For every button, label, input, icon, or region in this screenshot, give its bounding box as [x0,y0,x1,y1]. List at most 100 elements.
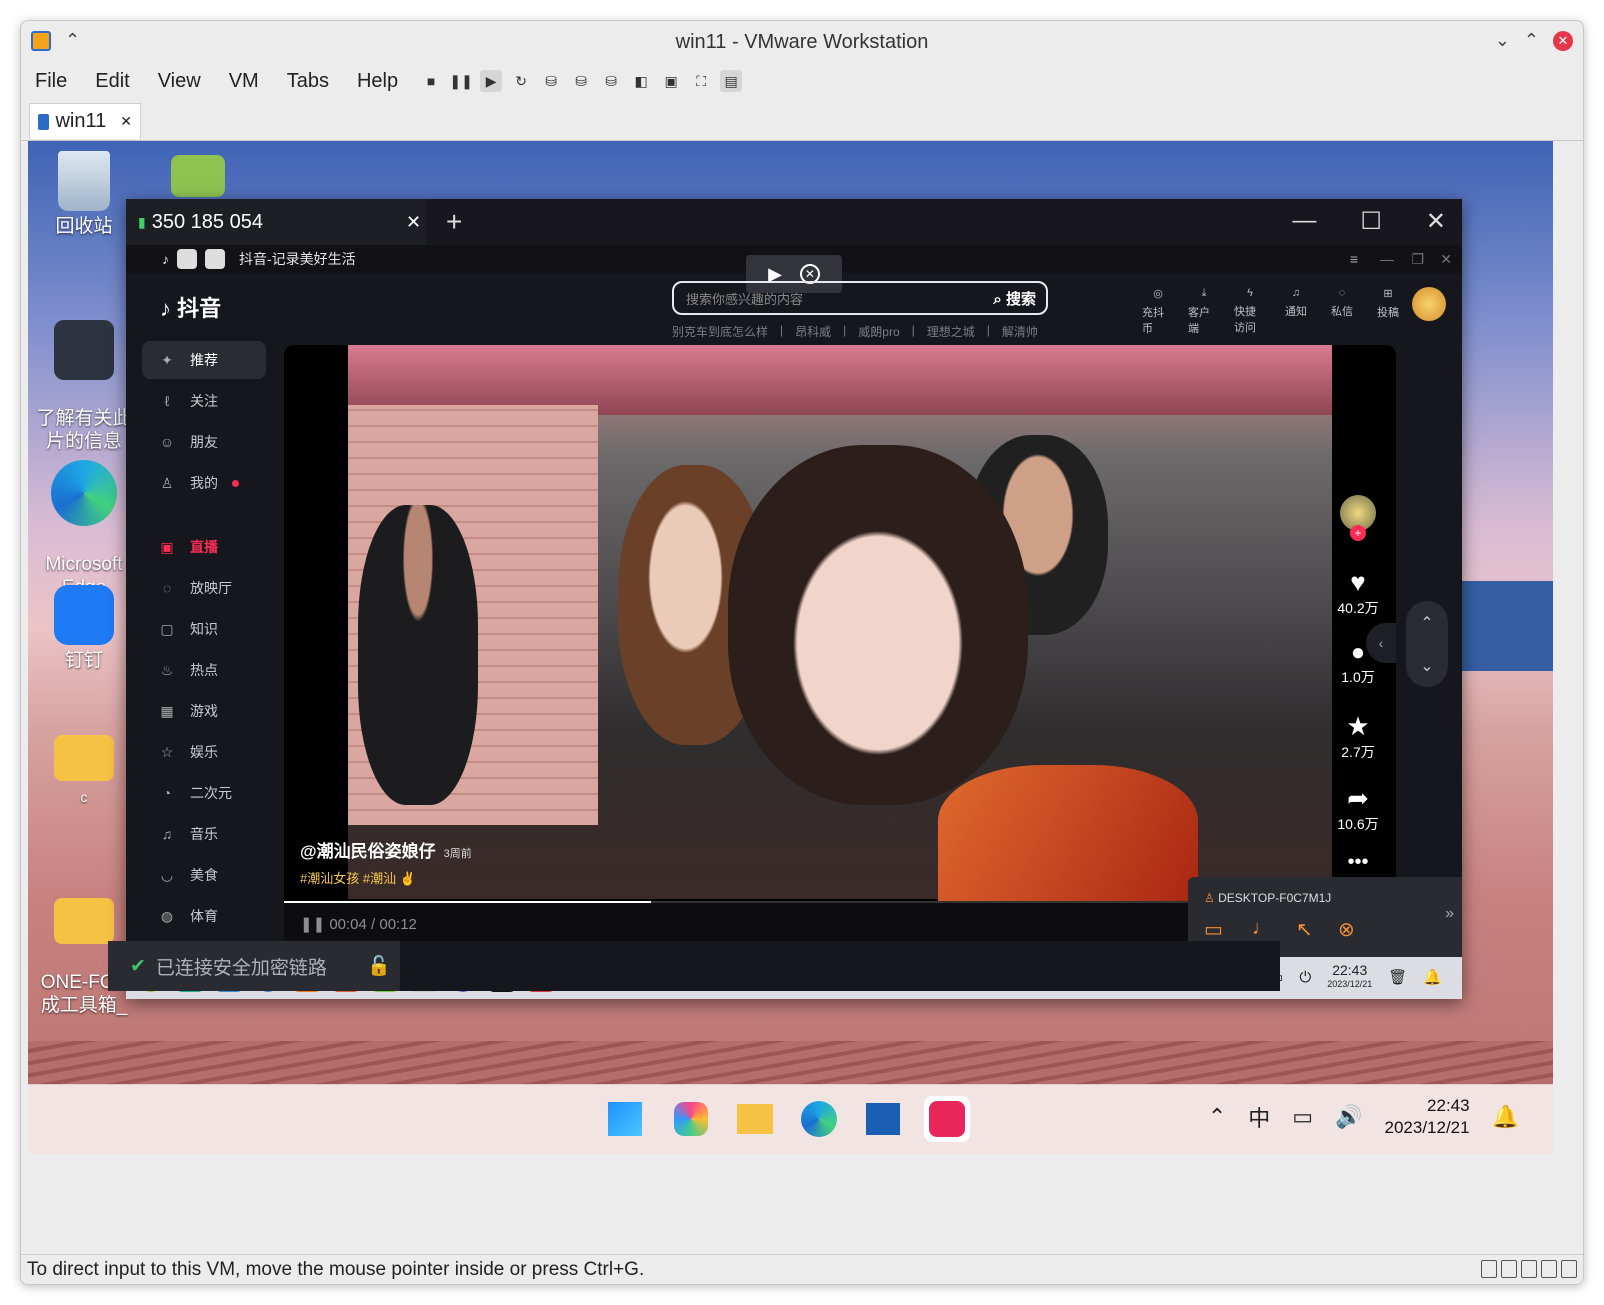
microsoft-store-icon[interactable] [860,1096,906,1142]
vm-display[interactable]: 回收站 了解有关此 片的信息 Microsoft Edge 钉钉 c ONE-F… [28,141,1553,1154]
hot-item[interactable]: 理想之城 [927,323,975,340]
favorite-button[interactable]: ★ 2.7万 [1330,711,1386,762]
menu-tabs[interactable]: Tabs [287,70,329,93]
like-button[interactable]: ♥ 40.2万 [1330,567,1386,618]
sidebar-item-1[interactable]: ℓ 关注 [142,382,266,420]
notification-button[interactable]: ♫ 通知 [1280,287,1312,336]
sidebar-toggle-icon[interactable]: ◧ [630,70,652,92]
desktop-icon-dingtalk[interactable]: 钉钉 [34,585,134,672]
user-avatar[interactable] [1412,287,1446,321]
snapshot-revert-icon[interactable]: ⛁ [570,70,592,92]
console-icon[interactable]: ▤ [720,70,743,92]
message-button[interactable]: ◌ 私信 [1326,287,1358,336]
sidebar-item-2[interactable]: ☺ 朋友 [142,423,266,461]
hot-item[interactable]: 解清帅 [1002,323,1038,340]
bell-icon[interactable]: 🔔 [1423,968,1442,986]
disconnect-icon[interactable]: ⊗ [1338,917,1355,942]
cursor-icon[interactable]: ↖ [1296,917,1313,942]
desktop-icon-folder[interactable] [148,155,248,201]
copilot-icon[interactable] [668,1096,714,1142]
cd-icon[interactable] [1501,1260,1517,1278]
douyin-close-icon[interactable]: ✕ [1440,251,1452,268]
pause-icon[interactable]: ❚❚ [300,916,325,933]
remote-close-button[interactable]: ✕ [1426,207,1446,236]
next-video-icon[interactable]: ⌄ [1420,656,1433,676]
ime-indicator[interactable]: 中 [1248,1101,1270,1133]
menu-vm[interactable]: VM [229,70,259,93]
fullscreen-icon[interactable]: ⛶ [690,70,712,92]
play-icon[interactable]: ▶ [480,70,503,92]
sidebar-item-12[interactable]: ◡ 美食 [142,856,266,894]
trash-icon[interactable]: 🗑 [1388,968,1407,986]
snapshot-icon[interactable]: ⛁ [540,70,562,92]
sidebar-item-3[interactable]: ♙ 我的 [142,464,266,502]
collapse-up-icon[interactable]: ⌃ [65,30,80,51]
tab-win11[interactable]: win11 ✕ [29,103,141,139]
hot-item[interactable]: 别克车到底怎么样 [672,323,768,340]
edge-icon[interactable] [796,1096,842,1142]
sidebar-item-11[interactable]: ♫ 音乐 [142,815,266,853]
network-icon[interactable]: ▭ [1292,1104,1313,1130]
start-icon[interactable] [602,1096,648,1142]
menu-file[interactable]: File [35,70,67,93]
sidebar-item-9[interactable]: ☆ 娱乐 [142,733,266,771]
tab-close-icon[interactable]: ✕ [120,113,132,130]
menu-view[interactable]: View [158,70,201,93]
tab-blank-icon[interactable] [177,249,197,269]
remote-tab-close-icon[interactable]: ✕ [406,212,421,233]
video-author[interactable]: @潮汕民俗姿娘仔 [300,842,436,861]
remote-tab[interactable]: ▮ 350 185 054 ✕ [126,199,426,245]
share-button[interactable]: ➦ 10.6万 [1330,783,1386,834]
author-avatar[interactable]: + [1330,495,1386,541]
panel-expand-icon[interactable]: » [1445,905,1454,923]
search-button[interactable]: ⌕ 搜索 [993,288,1036,309]
search-input[interactable]: 搜索你感兴趣的内容 ⌕ 搜索 [672,281,1048,315]
power-icon[interactable]: ⏻ [1299,969,1311,986]
previous-video-icon[interactable]: ⌃ [1420,613,1433,633]
notification-bell-icon[interactable]: 🔔 [1492,1104,1519,1130]
close-window-button[interactable]: ✕ [1553,30,1573,51]
desktop-icon-edge[interactable]: Microsoft Edge [34,437,134,599]
video-player[interactable]: + ♥ 40.2万 ● 1.0万 ★ 2.7万 ➦ 10.6万 ••• @潮汕民… [284,345,1396,945]
sidebar-item-8[interactable]: ▦ 游戏 [142,692,266,730]
more-icon[interactable]: ••• [1330,851,1386,874]
thumbnail-icon[interactable]: ▣ [660,70,682,92]
remote-maximize-button[interactable]: ☐ [1360,207,1382,236]
desktop-icon-recycle-bin[interactable]: 回收站 [34,151,134,238]
recharge-button[interactable]: ◎ 充抖币 [1142,287,1174,336]
usb-icon[interactable] [1541,1260,1557,1278]
douyin-logo[interactable]: ♪ 抖音 [160,291,221,323]
desktop-icon-spotlight[interactable]: 了解有关此 片的信息 [34,297,134,453]
snapshot-manager-icon[interactable]: ⛁ [600,70,622,92]
upload-button[interactable]: ⊞ 投稿 [1372,287,1404,336]
quick-access-button[interactable]: ϟ 快捷访问 [1234,287,1266,336]
sidebar-item-7[interactable]: ♨ 热点 [142,651,266,689]
show-hidden-icons[interactable]: ⌃ [1208,1104,1226,1130]
tab-blank-icon[interactable] [205,249,225,269]
restart-icon[interactable]: ↻ [510,70,532,92]
remote-minimize-button[interactable]: — [1292,207,1316,236]
hot-item[interactable]: 威朗pro [858,323,899,340]
remote-desktop-window[interactable]: ▮ 350 185 054 ✕ + — ☐ ✕ ♪ 抖音-记录美好生活 ≡ — … [126,199,1462,999]
sidebar-item-5[interactable]: ◌ 放映厅 [142,569,266,607]
remote-desktop-app-icon[interactable] [924,1096,970,1142]
pause-icon[interactable]: ❚❚ [449,70,472,92]
file-explorer-icon[interactable] [732,1096,778,1142]
menu-help[interactable]: Help [357,70,398,93]
network-adapter-icon[interactable] [1521,1260,1537,1278]
sidebar-item-10[interactable]: ◔ 二次元 [142,774,266,812]
display-icon[interactable] [1561,1260,1577,1278]
douyin-min-icon[interactable]: — [1380,251,1394,267]
douyin-menu-icon[interactable]: ≡ [1350,251,1358,267]
system-clock[interactable]: 22:43 2023/12/21 [1385,1095,1470,1139]
volume-icon[interactable]: 🔊 [1335,1104,1362,1130]
desktop-icon-c[interactable]: c [34,735,134,809]
sidebar-item-4[interactable]: ▣ 直播 [142,528,266,566]
douyin-max-icon[interactable]: ❐ [1411,251,1424,268]
hot-item[interactable]: 昂科威 [795,323,831,340]
sidebar-item-6[interactable]: ▢ 知识 [142,610,266,648]
hdd-icon[interactable] [1481,1260,1497,1278]
follow-plus-icon[interactable]: + [1350,525,1366,541]
client-button[interactable]: ⤓ 客户端 [1188,287,1220,336]
video-tags[interactable]: #潮汕女孩 #潮汕 ✌ [300,868,472,887]
